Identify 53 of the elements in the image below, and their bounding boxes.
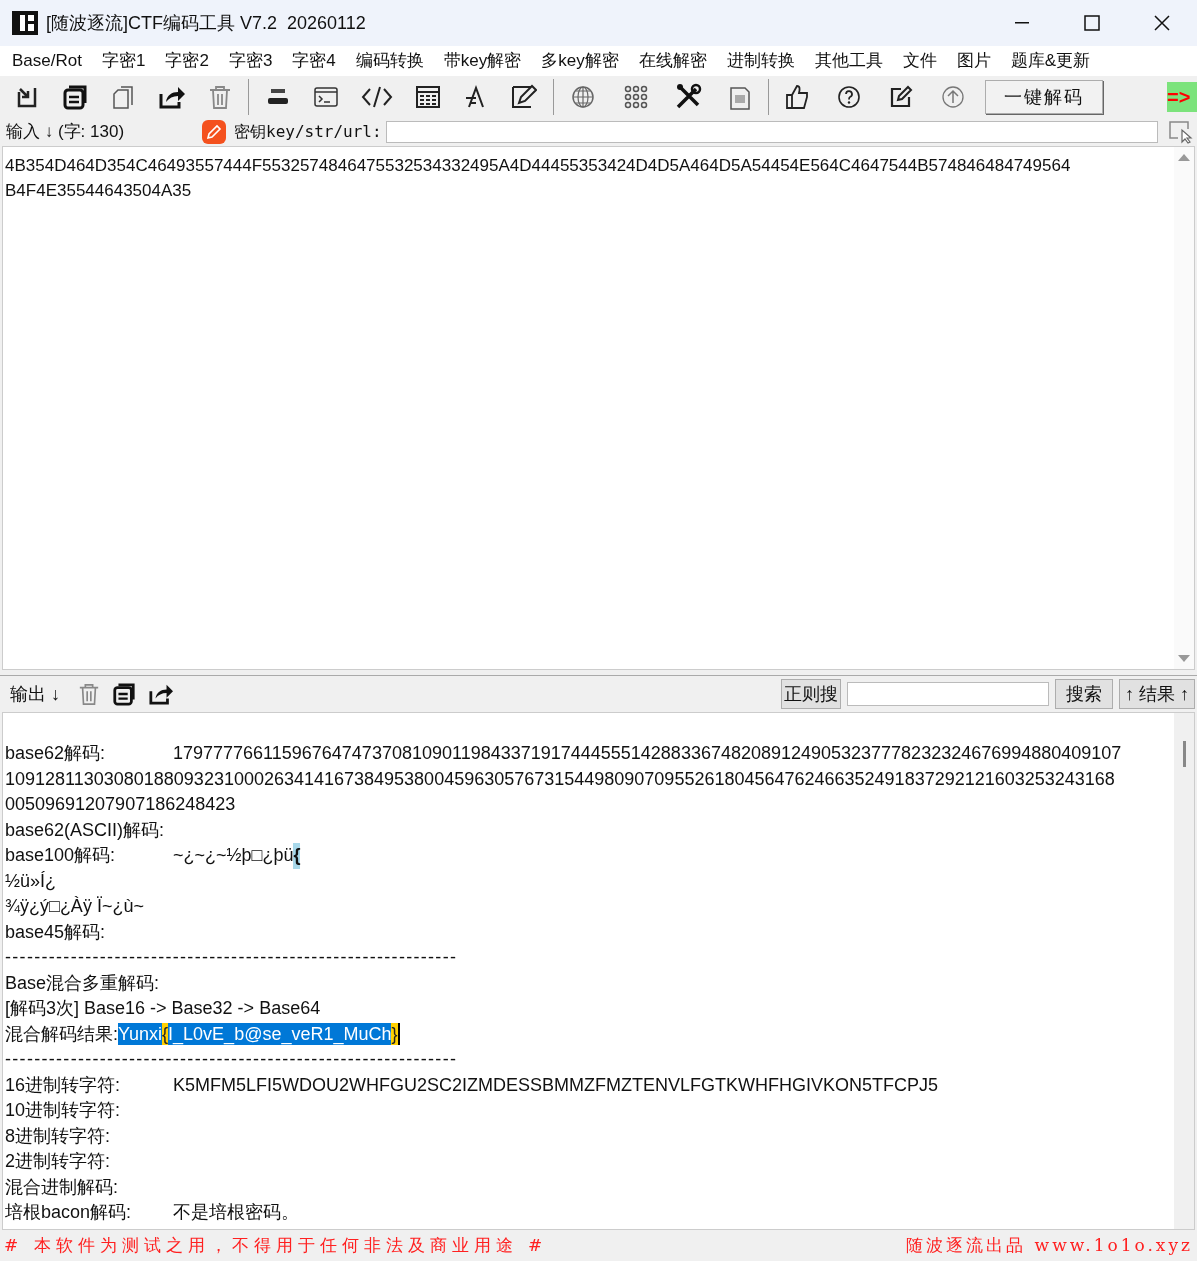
output-label-text: base62解码: <box>5 742 107 765</box>
output-value-text: ~¿~¿~½þ□¿þü <box>173 844 294 867</box>
key-label: 密钥key/str/url: <box>234 121 382 143</box>
output-label-text: 16进制转字符: <box>5 1073 122 1097</box>
regex-search-button[interactable]: 正则搜 <box>781 679 841 709</box>
menu-item[interactable]: 字密3 <box>220 48 281 74</box>
output-label-text: base100解码: <box>5 844 117 867</box>
output-label-text: base45解码: <box>5 920 107 944</box>
menu-item[interactable]: 字密4 <box>284 48 344 74</box>
menu-item[interactable]: 字密2 <box>157 48 217 74</box>
search-button[interactable]: 搜索 <box>1055 679 1113 709</box>
credit-text: 随波逐流出品 www.1o1o.xyz <box>906 1233 1193 1257</box>
output-text: ½ü»Í¿ <box>5 869 57 893</box>
window-title: [随波逐流]CTF编码工具 V7.2 20260112 <box>46 11 366 35</box>
menu-item[interactable]: 其他工具 <box>806 48 891 74</box>
output-text: Base混合多重解码: <box>5 971 160 995</box>
output-value-text: 不是培根密码。 <box>173 1201 299 1224</box>
input-text: 4B354D464D354C46493557444F5532574846475532534332495A4D44455353424D4D5A464D5A54454E564C4647544B574846484749564 <box>5 155 1071 177</box>
highlighted-brace: { <box>293 843 301 869</box>
output-label-text: 混合解码结果: <box>5 1022 118 1046</box>
input-label: 输入 ↓ (字: 130) <box>6 121 126 144</box>
input-text: B4F4E35544643504A35 <box>5 180 192 202</box>
highlighted-brace: { <box>162 1023 169 1046</box>
output-label-text: 10进制转字符: <box>5 1099 122 1122</box>
menu-item[interactable]: 在线解密 <box>630 48 715 74</box>
output-label: 输出 ↓ <box>10 682 60 706</box>
menu-item[interactable]: 图片 <box>948 48 999 74</box>
dashed-separator: -------------------------------------------------------------- <box>5 1048 458 1071</box>
menu-item[interactable]: 带key解密 <box>435 48 530 74</box>
decode-button[interactable]: 一键解码 <box>985 80 1103 114</box>
result-button[interactable]: ↑ 结果 ↑ <box>1119 679 1195 709</box>
menu-item[interactable]: 题库&更新 <box>1002 48 1099 74</box>
menu-item[interactable]: 进制转换 <box>718 48 803 74</box>
disclaimer-text: # 本软件为测试之用，不得用于任何非法及商业用途 # <box>4 1233 548 1257</box>
output-label-text: 8进制转字符: <box>5 1124 111 1148</box>
menu-item[interactable]: 编码转换 <box>347 48 432 74</box>
output-label-text: 培根bacon解码: <box>5 1201 133 1224</box>
dashed-separator: -------------------------------------------------------------- <box>5 946 458 969</box>
menu-item[interactable]: 多key解密 <box>533 48 627 74</box>
menu-item[interactable]: 文件 <box>894 48 945 74</box>
output-label-text: 混合进制解码: <box>5 1175 119 1199</box>
output-text: [解码3次] Base16 -> Base32 -> Base64 <box>5 997 321 1020</box>
arrow-text: => <box>1167 82 1197 112</box>
menu-item[interactable]: Base/Rot <box>4 48 90 74</box>
highlighted-brace: } <box>391 1023 398 1046</box>
output-value-text: K5MFM5LFI5WDOU2WHFGU2SC2IZMDESSBMMZFMZTENVLFGTKWHFHGIVKON5TFCPJ5 <box>173 1073 939 1097</box>
menu-item[interactable]: 字密1 <box>93 48 154 74</box>
output-text: 109128113030801880932310002634141673849538004596305767315449809070955261804564762466352491837292121603253243168 <box>5 767 1115 791</box>
output-text: 00509691207907186248423 <box>5 793 236 816</box>
output-value-text: 17977776611596764747370810901198433719174445551428833674820891249053237778232324676994880409107 <box>173 742 1122 765</box>
output-label-text: 2进制转字符: <box>5 1150 111 1173</box>
output-label-text: base62(ASCII)解码: <box>5 818 166 842</box>
output-text: ¾ÿ¿ý□¿Àÿ Ï~¿ù~ <box>5 895 144 918</box>
